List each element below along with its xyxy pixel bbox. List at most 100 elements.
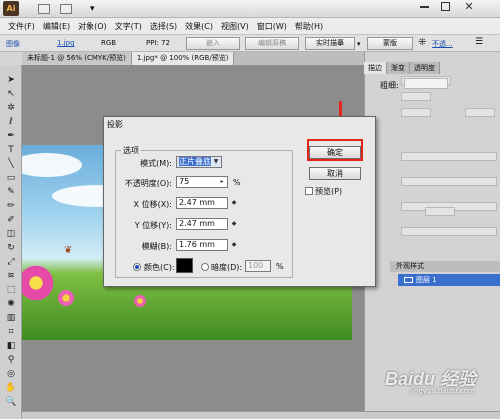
darkness-unit: % — [276, 262, 284, 271]
pencil-icon[interactable]: ✏ — [4, 201, 18, 211]
line-tool-icon[interactable]: ╲ — [4, 159, 18, 169]
symbol-sprayer-icon[interactable]: ✺ — [4, 299, 18, 309]
document-tab-bar: 未标题-1 @ 56% (CMYK/预览) 1.jpg* @ 100% (RGB… — [22, 52, 364, 65]
preview-label: 预览(P) — [315, 187, 343, 196]
scale-tool-icon[interactable]: ⤢ — [4, 257, 18, 267]
maximize-icon[interactable] — [441, 2, 450, 11]
stepper-icon[interactable]: ◆ — [230, 198, 238, 208]
menu-type[interactable]: 文字(T) — [111, 21, 146, 32]
blur-input[interactable]: 1.76 mm — [176, 239, 228, 251]
blur-label: 模糊(B): — [141, 242, 172, 251]
blend-tool-icon[interactable]: ◎ — [4, 369, 18, 379]
object-type-label: 图像 — [6, 40, 20, 48]
y-offset-label: Y 位移(Y): — [134, 221, 172, 230]
right-panel — [364, 52, 500, 419]
mode-label: 模式(M): — [140, 159, 172, 168]
free-transform-icon[interactable]: ⬚ — [4, 285, 18, 295]
workspace-dropdown-icon[interactable]: ▾ — [90, 4, 95, 14]
warp-tool-icon[interactable]: ≋ — [4, 271, 18, 281]
layer-visibility-icon[interactable] — [404, 277, 413, 283]
menu-effect[interactable]: 效果(C) — [181, 21, 217, 32]
color-mode-label: RGB — [101, 39, 117, 47]
rectangle-tool-icon[interactable]: ▭ — [4, 173, 18, 183]
menu-select[interactable]: 选择(S) — [146, 21, 181, 32]
doc-tab-image[interactable]: 1.jpg* @ 100% (RGB/预览) — [131, 52, 235, 65]
hand-tool-icon[interactable]: ✋ — [4, 383, 18, 393]
close-icon[interactable]: ✕ — [462, 0, 476, 13]
layer-name: 图层 1 — [416, 276, 437, 284]
arrange-documents-icon[interactable] — [60, 4, 72, 14]
dialog-title: 投影 — [107, 120, 123, 129]
type-tool-icon[interactable]: T — [4, 145, 18, 155]
flower-image — [22, 263, 56, 303]
menu-file[interactable]: 文件(F) — [4, 21, 39, 32]
menu-help[interactable]: 帮助(H) — [291, 21, 327, 32]
x-offset-label: X 位移(X): — [133, 200, 172, 209]
tab-stroke[interactable]: 描边 — [364, 62, 387, 74]
stroke-weight-label: 粗细: — [380, 81, 399, 90]
magic-wand-icon[interactable]: ✲ — [4, 103, 18, 113]
trace-options-dropdown-icon[interactable]: ▾ — [357, 40, 361, 48]
flower-image — [58, 290, 74, 306]
opacity-label: 不透明度(O): — [124, 179, 172, 188]
mesh-tool-icon[interactable]: ⌗ — [4, 327, 18, 337]
graph-tool-icon[interactable]: ▥ — [4, 313, 18, 323]
minimize-icon[interactable] — [420, 6, 429, 8]
doc-tab-untitled[interactable]: 未标题-1 @ 56% (CMYK/预览) — [22, 52, 132, 65]
preview-checkbox[interactable] — [305, 187, 313, 195]
x-offset-input[interactable]: 2.47 mm — [176, 197, 228, 209]
illustrator-logo: Ai — [3, 1, 19, 16]
tab-transparency[interactable]: 透明度 — [410, 62, 440, 74]
stroke-weight-input[interactable] — [404, 78, 448, 89]
mask-button[interactable]: 蒙版 — [367, 37, 413, 50]
blob-brush-icon[interactable]: ✐ — [4, 215, 18, 225]
rotate-tool-icon[interactable]: ↻ — [4, 243, 18, 253]
paintbrush-icon[interactable]: ✎ — [4, 187, 18, 197]
baidu-watermark-url: jingyan.baidu.com — [410, 387, 475, 395]
tab-gradient[interactable]: 渐变 — [387, 62, 410, 74]
gradient-tool-icon[interactable]: ◧ — [4, 341, 18, 351]
stepper-icon[interactable]: ▸ — [218, 177, 226, 187]
status-bar — [22, 411, 500, 419]
layer-row[interactable]: 图层 1 — [398, 274, 500, 286]
eraser-icon[interactable]: ◫ — [4, 229, 18, 239]
title-bar — [0, 0, 500, 18]
darkness-radio[interactable] — [201, 263, 209, 271]
butterfly-image: ❦ — [64, 245, 73, 256]
flower-image — [134, 295, 146, 307]
menu-edit[interactable]: 编辑(E) — [39, 21, 74, 32]
stepper-icon[interactable]: ◆ — [230, 240, 238, 250]
opacity-link[interactable]: 不透... — [432, 39, 453, 49]
stepper-icon[interactable]: ◆ — [230, 219, 238, 229]
live-trace-button[interactable]: 实时描摹 — [305, 37, 355, 50]
cancel-button[interactable]: 取消 — [309, 167, 361, 180]
panel-tabs: 描边 渐变 透明度 — [364, 62, 500, 74]
color-radio[interactable] — [133, 263, 141, 271]
opacity-unit: % — [233, 178, 241, 187]
color-label: 颜色(C): — [144, 263, 175, 272]
menu-view[interactable]: 视图(V) — [217, 21, 253, 32]
zoom-tool-icon[interactable]: 🔍 — [4, 397, 18, 407]
shadow-color-swatch[interactable] — [176, 258, 193, 273]
options-group — [115, 150, 293, 278]
toolbox: ➤ ↖ ✲ ℓ ✒ T ╲ ▭ ✎ ✏ ✐ ◫ ↻ ⤢ ≋ ⬚ ✺ ▥ ⌗ ◧ … — [0, 65, 22, 419]
lasso-icon[interactable]: ℓ — [4, 117, 18, 127]
layers-panel-header: 外观样式 — [390, 261, 500, 272]
panel-menu-icon[interactable]: ☰ — [475, 37, 483, 47]
pen-tool-icon[interactable]: ✒ — [4, 131, 18, 141]
direct-selection-tool-icon[interactable]: ↖ — [4, 89, 18, 99]
transform-icon[interactable]: ⁜ — [418, 37, 426, 48]
chevron-down-icon: ▼ — [213, 158, 219, 165]
menu-window[interactable]: 窗口(W) — [253, 21, 291, 32]
darkness-input[interactable]: 100 — [245, 260, 271, 272]
menu-object[interactable]: 对象(O) — [74, 21, 111, 32]
y-offset-input[interactable]: 2.47 mm — [176, 218, 228, 230]
options-group-title: 选项 — [121, 145, 141, 156]
selection-tool-icon[interactable]: ➤ — [4, 75, 18, 85]
edit-original-button[interactable]: 编辑原稿 — [245, 37, 299, 50]
embed-button[interactable]: 嵌入 — [186, 37, 240, 50]
darkness-label: 暗度(D): — [211, 263, 243, 272]
eyedropper-icon[interactable]: ⚲ — [4, 355, 18, 365]
linked-file-link[interactable]: 1.jpg — [57, 39, 75, 47]
bridge-icon[interactable] — [38, 4, 50, 14]
